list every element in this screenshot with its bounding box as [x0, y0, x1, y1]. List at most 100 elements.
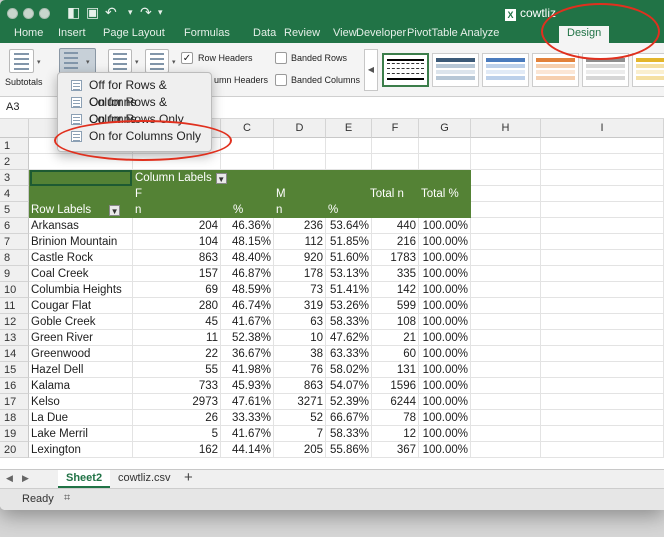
value-cell[interactable]: 599: [372, 298, 419, 314]
cell[interactable]: [541, 250, 664, 266]
value-cell[interactable]: 142: [372, 282, 419, 298]
name-box[interactable]: A3: [6, 101, 19, 113]
subtotals-dropdown-icon[interactable]: ▾: [37, 58, 41, 66]
value-cell[interactable]: 45.93%: [221, 378, 274, 394]
value-cell[interactable]: 22: [133, 346, 221, 362]
value-cell[interactable]: 204: [133, 218, 221, 234]
cell[interactable]: [471, 282, 541, 298]
cell[interactable]: [471, 154, 541, 170]
value-cell[interactable]: 100.00%: [419, 314, 471, 330]
pivot-style-thumb[interactable]: [482, 53, 529, 87]
cell[interactable]: [541, 186, 664, 202]
value-cell[interactable]: 41.67%: [221, 314, 274, 330]
row-header[interactable]: 1: [0, 138, 29, 154]
value-cell[interactable]: 52.39%: [326, 394, 372, 410]
value-cell[interactable]: 48.59%: [221, 282, 274, 298]
undo-icon[interactable]: ↶: [105, 4, 117, 21]
customize-toolbar-icon[interactable]: ▾: [158, 7, 163, 18]
value-cell[interactable]: 2973: [133, 394, 221, 410]
value-cell[interactable]: 47.62%: [326, 330, 372, 346]
cell[interactable]: [372, 154, 419, 170]
value-cell[interactable]: 100.00%: [419, 250, 471, 266]
column-header-e[interactable]: E: [326, 119, 372, 138]
column-header-i[interactable]: I: [541, 119, 664, 138]
banded-rows-checkbox[interactable]: [275, 52, 287, 64]
cell[interactable]: [471, 138, 541, 154]
value-cell[interactable]: 51.41%: [326, 282, 372, 298]
cell[interactable]: [541, 330, 664, 346]
value-cell[interactable]: 55: [133, 362, 221, 378]
value-cell[interactable]: 54.07%: [326, 378, 372, 394]
row-header[interactable]: 5: [0, 202, 29, 218]
cell[interactable]: [541, 202, 664, 218]
cell[interactable]: [471, 170, 541, 186]
cell[interactable]: [274, 138, 326, 154]
cell[interactable]: [471, 186, 541, 202]
cell[interactable]: [471, 346, 541, 362]
value-cell[interactable]: 100.00%: [419, 346, 471, 362]
undo-dropdown-icon[interactable]: ▾: [128, 7, 133, 18]
cell[interactable]: [541, 394, 664, 410]
cell[interactable]: [471, 202, 541, 218]
row-header[interactable]: 9: [0, 266, 29, 282]
value-cell[interactable]: 162: [133, 442, 221, 458]
column-labels-header[interactable]: Column Labels ▼: [133, 170, 253, 186]
redo-icon[interactable]: ↷: [140, 4, 152, 21]
value-cell[interactable]: 3271: [274, 394, 326, 410]
cell[interactable]: [471, 298, 541, 314]
value-cell[interactable]: 6244: [372, 394, 419, 410]
cell[interactable]: [471, 330, 541, 346]
value-cell[interactable]: 78: [372, 410, 419, 426]
value-cell[interactable]: 52: [274, 410, 326, 426]
cell[interactable]: [541, 282, 664, 298]
value-cell[interactable]: 100.00%: [419, 330, 471, 346]
cell[interactable]: [541, 154, 664, 170]
row-header[interactable]: 20: [0, 442, 29, 458]
value-cell[interactable]: 236: [274, 218, 326, 234]
cell[interactable]: [471, 250, 541, 266]
value-cell[interactable]: 863: [133, 250, 221, 266]
add-sheet-icon[interactable]: +: [184, 469, 193, 486]
value-cell[interactable]: 178: [274, 266, 326, 282]
row-header[interactable]: 17: [0, 394, 29, 410]
value-cell[interactable]: 733: [133, 378, 221, 394]
prev-sheet-icon[interactable]: ◀: [6, 473, 13, 484]
value-cell[interactable]: 100.00%: [419, 410, 471, 426]
value-cell[interactable]: 45: [133, 314, 221, 330]
zoom-window-button[interactable]: [39, 8, 50, 19]
column-header-g[interactable]: G: [419, 119, 471, 138]
row-header[interactable]: 13: [0, 330, 29, 346]
value-cell[interactable]: 73: [274, 282, 326, 298]
cell[interactable]: [541, 298, 664, 314]
cell[interactable]: [274, 154, 326, 170]
report-layout-button[interactable]: [108, 49, 132, 73]
cell[interactable]: [541, 410, 664, 426]
value-cell[interactable]: 47.61%: [221, 394, 274, 410]
cell[interactable]: [541, 234, 664, 250]
row-header[interactable]: 6: [0, 218, 29, 234]
tab-data[interactable]: Data: [253, 27, 276, 39]
menu-item-0[interactable]: Off for Rows & Columns: [58, 77, 211, 109]
row-header[interactable]: 14: [0, 346, 29, 362]
cell[interactable]: [471, 234, 541, 250]
value-cell[interactable]: 100.00%: [419, 282, 471, 298]
row-header[interactable]: 7: [0, 234, 29, 250]
pivot-style-thumb[interactable]: [532, 53, 579, 87]
value-cell[interactable]: 60: [372, 346, 419, 362]
value-cell[interactable]: 131: [372, 362, 419, 378]
value-cell[interactable]: 920: [274, 250, 326, 266]
cell[interactable]: [541, 266, 664, 282]
spreadsheet-grid[interactable]: C D E F G H I 1 2 3 4 5 6 7 8 9 10 11 12 13 14 15 16 17 18 19 20 Co…: [0, 119, 664, 469]
value-cell[interactable]: 53.26%: [326, 298, 372, 314]
cell[interactable]: [471, 410, 541, 426]
cell[interactable]: [541, 138, 664, 154]
cell[interactable]: [541, 378, 664, 394]
value-cell[interactable]: 63: [274, 314, 326, 330]
filter-dropdown-icon[interactable]: ▼: [109, 205, 121, 216]
value-cell[interactable]: 53.13%: [326, 266, 372, 282]
value-cell[interactable]: 335: [372, 266, 419, 282]
value-cell[interactable]: 52.38%: [221, 330, 274, 346]
cell[interactable]: [419, 154, 471, 170]
tab-view[interactable]: View: [333, 27, 357, 39]
value-cell[interactable]: 100.00%: [419, 442, 471, 458]
